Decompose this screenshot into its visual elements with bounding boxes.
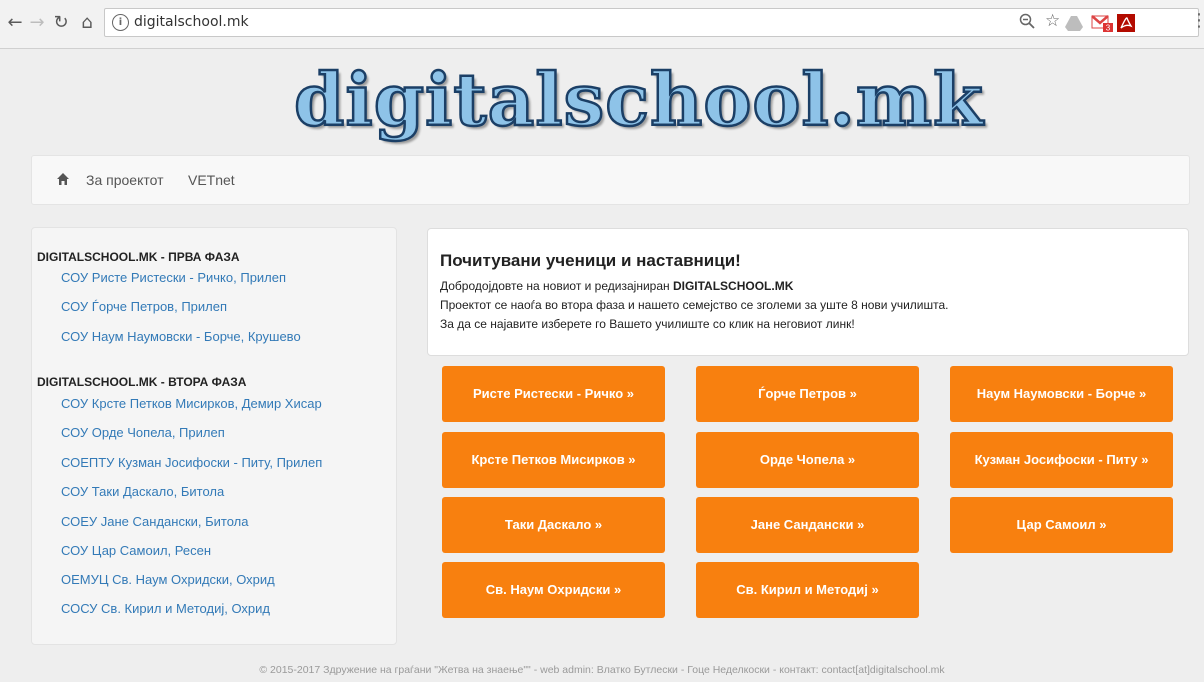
school-button-naum-naumovski[interactable]: Наум Наумовски - Борче » xyxy=(950,366,1173,422)
browser-menu-icon[interactable]: ⋮ xyxy=(1190,10,1204,31)
phase-1-title: DIGITALSCHOOL.MK - ПРВА ФАЗА xyxy=(37,250,240,264)
school-button-jane-sandanski[interactable]: Јане Сандански » xyxy=(696,497,919,553)
school-button-car-samoil[interactable]: Цар Самоил » xyxy=(950,497,1173,553)
welcome-line-2: Проектот се наоѓа во втора фаза и нашето… xyxy=(440,298,949,312)
nav-link-about[interactable]: За проектот xyxy=(86,172,164,188)
url-text[interactable]: digitalschool.mk xyxy=(134,14,249,30)
logo-text: digitalschool.mk xyxy=(293,56,984,144)
school-link[interactable]: СОУ Цар Самоил, Ресен xyxy=(61,543,211,558)
home-nav-icon[interactable] xyxy=(56,172,70,186)
main-navbar: За проектот VETnet xyxy=(31,155,1190,205)
nav-link-vetnet[interactable]: VETnet xyxy=(188,172,235,188)
footer-text: © 2015-2017 Здружение на граѓани "Жетва … xyxy=(259,664,945,676)
browser-toolbar: ← → ↻ ⌂ i digitalschool.mk ☆ 3 ⋮ xyxy=(0,0,1204,49)
school-link[interactable]: СОЕУ Јане Сандански, Битола xyxy=(61,514,248,529)
reload-icon[interactable]: ↻ xyxy=(50,12,72,34)
school-button-sv-kiril-metodij[interactable]: Св. Кирил и Методиј » xyxy=(696,562,919,618)
forward-arrow-icon[interactable]: → xyxy=(26,12,48,34)
site-logo[interactable]: digitalschool.mk xyxy=(293,55,984,145)
welcome-brand: DIGITALSCHOOL.MK xyxy=(672,279,794,293)
address-bar[interactable]: i digitalschool.mk ☆ xyxy=(104,8,1199,37)
school-link[interactable]: СОУ Орде Чопела, Прилеп xyxy=(61,425,225,440)
home-icon[interactable]: ⌂ xyxy=(76,12,98,34)
welcome-line-3: За да се најавите изберете го Вашето учи… xyxy=(440,317,855,331)
school-button-krste-misirkov[interactable]: Крсте Петков Мисирков » xyxy=(442,432,665,488)
gmail-extension-icon[interactable]: 3 xyxy=(1091,13,1113,33)
school-link[interactable]: СОУ Таки Даскало, Битола xyxy=(61,484,224,499)
school-link[interactable]: СОУ Крсте Петков Мисирков, Демир Хисар xyxy=(61,396,322,411)
phase-2-title: DIGITALSCHOOL.MK - ВТОРА ФАЗА xyxy=(37,375,247,389)
school-link[interactable]: СОУ Ристе Ристески - Ричко, Прилеп xyxy=(61,270,286,285)
back-arrow-icon[interactable]: ← xyxy=(4,12,26,34)
school-link[interactable]: СОУ Наум Наумовски - Борче, Крушево xyxy=(61,329,301,344)
info-icon[interactable]: i xyxy=(112,14,129,31)
school-button-kuzman-josifoski[interactable]: Кузман Јосифоски - Питу » xyxy=(950,432,1173,488)
school-button-riste-risteski[interactable]: Ристе Ристески - Ричко » xyxy=(442,366,665,422)
welcome-line-1-prefix: Добродојдовте на новиот и редизајниран xyxy=(440,279,673,293)
welcome-panel: Почитувани ученици и наставници! Добродо… xyxy=(427,228,1189,356)
drive-extension-icon[interactable] xyxy=(1064,13,1084,33)
gmail-badge: 3 xyxy=(1106,24,1111,33)
school-button-sv-naum[interactable]: Св. Наум Охридски » xyxy=(442,562,665,618)
school-button-taki-daskalo[interactable]: Таки Даскало » xyxy=(442,497,665,553)
school-button-orde-chopela[interactable]: Орде Чопела » xyxy=(696,432,919,488)
welcome-line-1: Добродојдовте на новиот и редизајниран D… xyxy=(440,279,793,293)
school-link[interactable]: СОУ Ѓорче Петров, Прилеп xyxy=(61,299,227,314)
school-link[interactable]: ОЕМУЦ Св. Наум Охридски, Охрид xyxy=(61,572,275,587)
welcome-heading: Почитувани ученици и наставници! xyxy=(440,251,741,270)
pdf-extension-icon[interactable] xyxy=(1116,13,1136,33)
school-link[interactable]: СОСУ Св. Кирил и Методиј, Охрид xyxy=(61,601,270,616)
schools-sidebar: DIGITALSCHOOL.MK - ПРВА ФАЗА СОУ Ристе Р… xyxy=(31,227,397,645)
zoom-icon[interactable] xyxy=(1019,13,1035,33)
school-button-gorche-petrov[interactable]: Ѓорче Петров » xyxy=(696,366,919,422)
school-link[interactable]: СОЕПТУ Кузман Јосифоски - Питу, Прилеп xyxy=(61,455,322,470)
bookmark-star-icon[interactable]: ☆ xyxy=(1045,11,1060,31)
